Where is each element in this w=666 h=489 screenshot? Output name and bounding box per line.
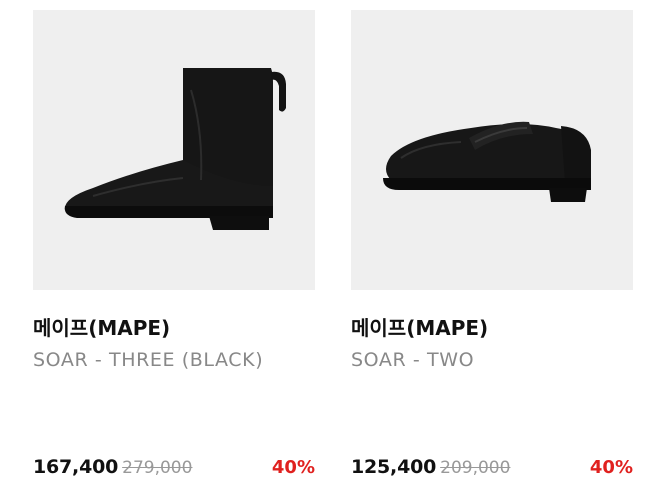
original-price: 209,000 <box>440 458 511 478</box>
discount-badge: 40% <box>589 457 633 478</box>
product-name[interactable]: SOAR - THREE (BLACK) <box>33 349 263 371</box>
brand-name[interactable]: 메이프(MAPE) <box>351 312 488 341</box>
discount-badge: 40% <box>271 457 315 478</box>
product-card[interactable]: 메이프(MAPE) SOAR - TWO 125,400 209,000 40% <box>351 10 633 489</box>
loafer-image <box>383 121 591 202</box>
ankle-boot-image <box>64 68 286 230</box>
brand-name[interactable]: 메이프(MAPE) <box>33 312 170 341</box>
sale-price: 125,400 <box>351 456 437 478</box>
product-card[interactable]: 메이프(MAPE) SOAR - THREE (BLACK) 167,400 27… <box>33 10 315 489</box>
product-image[interactable] <box>33 10 315 290</box>
product-image[interactable] <box>351 10 633 290</box>
price-row: 167,400 279,000 40% <box>33 456 315 482</box>
price-row: 125,400 209,000 40% <box>351 456 633 482</box>
sale-price: 167,400 <box>33 456 119 478</box>
product-name[interactable]: SOAR - TWO <box>351 349 474 371</box>
original-price: 279,000 <box>122 458 193 478</box>
